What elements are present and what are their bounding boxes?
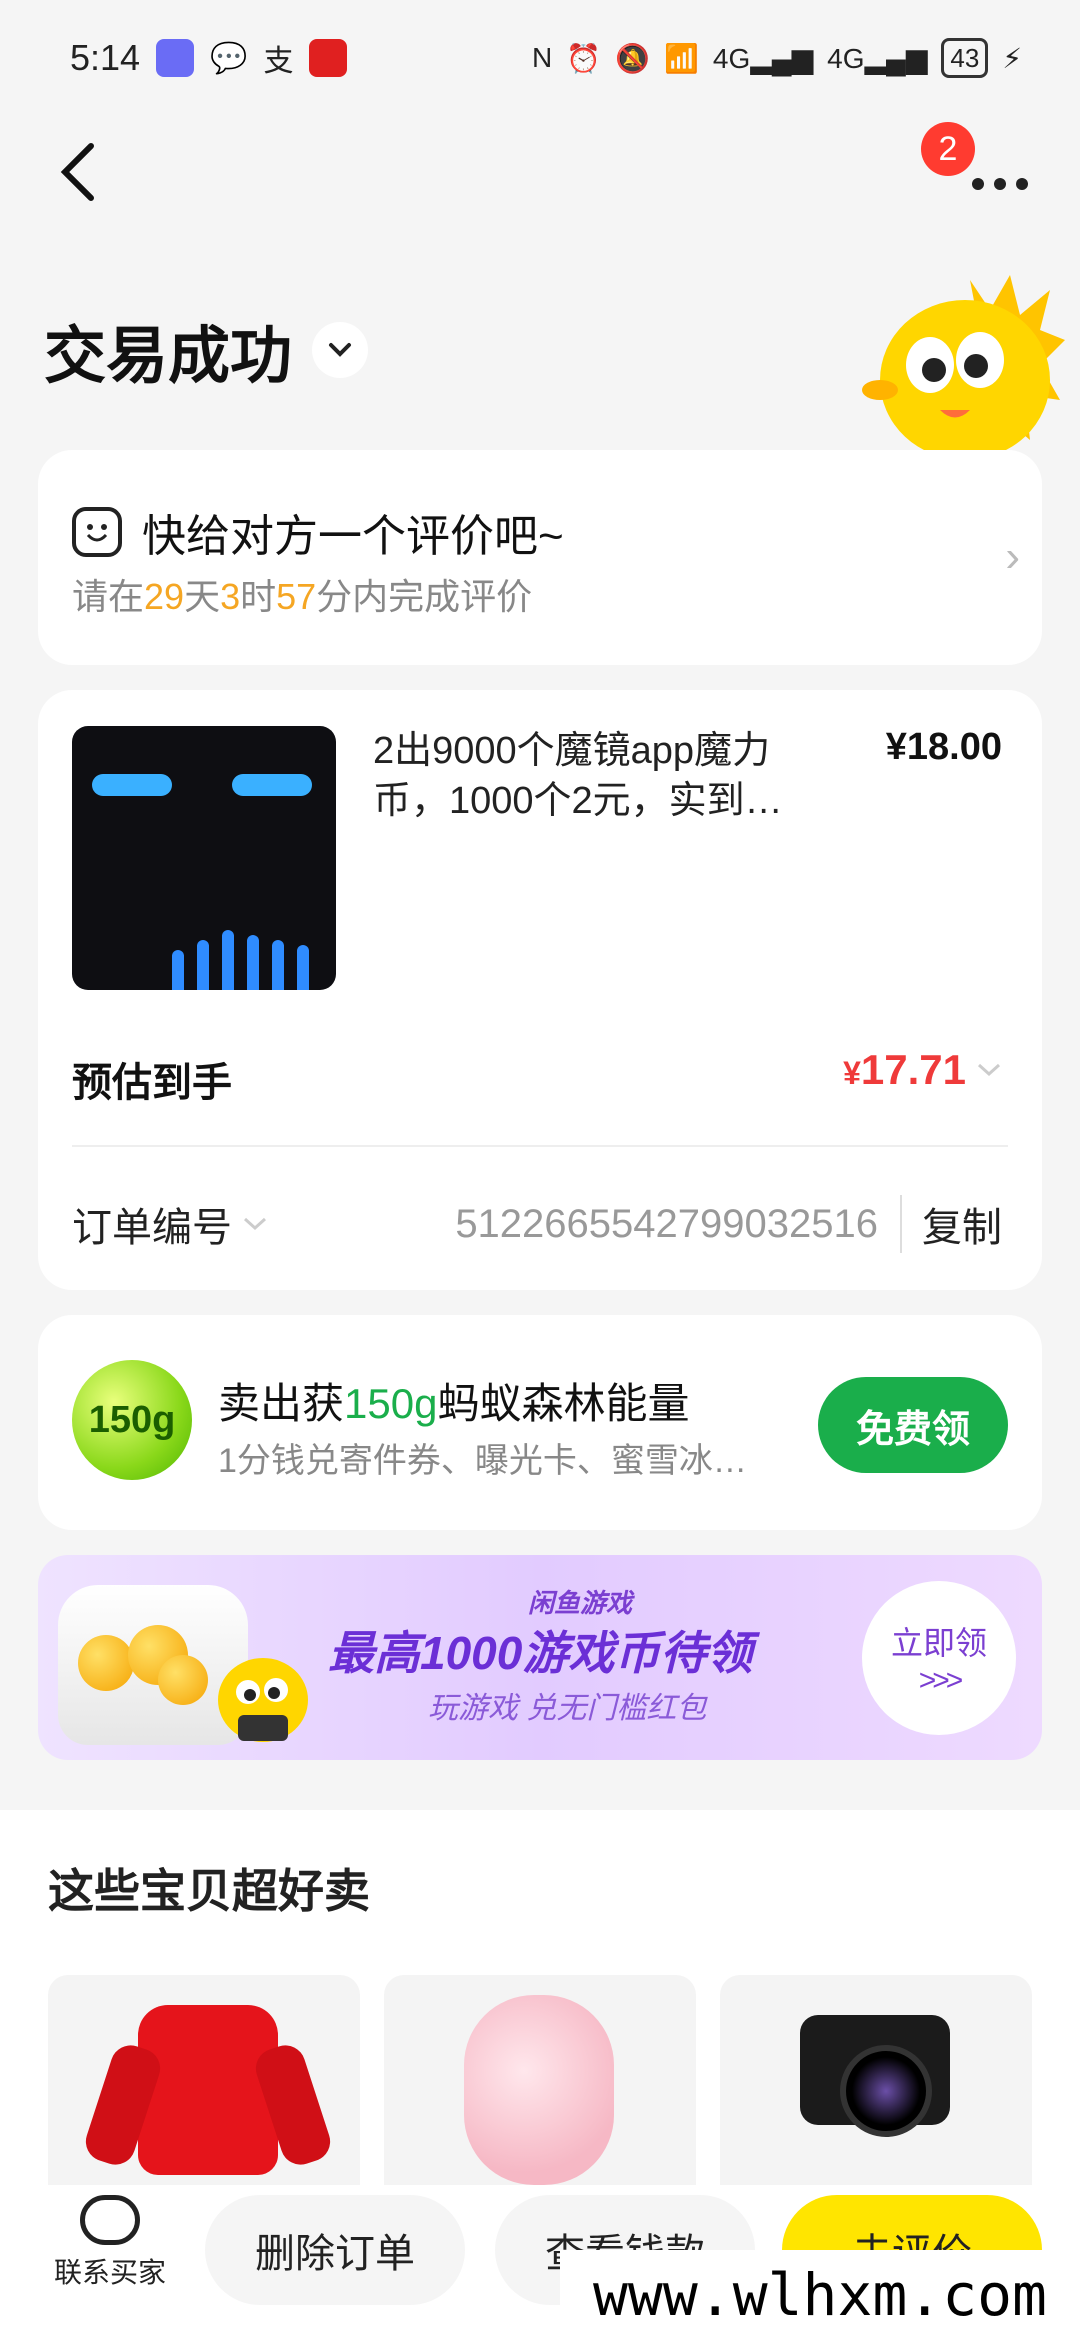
notification-badge: 2: [921, 122, 975, 176]
chevron-right-icon: ›: [1005, 532, 1020, 581]
arrows-icon: >>>: [918, 1664, 964, 1697]
banner-claim-button[interactable]: 立即领 >>>: [862, 1581, 1016, 1735]
bottle-image: [464, 1995, 614, 2185]
recommend-item-camera[interactable]: [720, 1975, 1032, 2205]
review-title: 快给对方一个评价吧~: [142, 512, 564, 561]
status-bar: 5:14 💬 支 N ⏰ 🔕 📶 4G▂▄▆ 4G▂▄▆ 43 ⚡: [0, 0, 1080, 120]
wifi-icon: 📶: [664, 42, 699, 74]
app-notification-icon: [156, 39, 195, 77]
alarm-icon: ⏰: [566, 42, 602, 74]
nfc-icon: N: [532, 42, 553, 73]
top-nav: 2: [0, 120, 1080, 230]
ant-forest-energy-card: 150g 卖出获150g蚂蚁森林能量 1分钱兑寄件券、曝光卡、蜜雪冰… 免费领: [38, 1315, 1042, 1530]
wechat-icon: 💬: [210, 41, 248, 75]
signal-icon: 4G▂▄▆: [712, 42, 814, 74]
review-prompt-card[interactable]: 快给对方一个评价吧~ 请在29天3时57分内完成评价 ›: [38, 450, 1042, 665]
chevron-down-icon: [977, 1063, 1001, 1077]
chevron-down-icon: [243, 1217, 267, 1231]
charging-icon: ⚡: [1002, 42, 1022, 74]
sweater-image: [138, 2005, 278, 2175]
camera-image: [800, 2015, 950, 2137]
review-deadline: 请在29天3时57分内完成评价: [72, 576, 533, 617]
back-arrow-icon: [60, 143, 94, 201]
copy-button[interactable]: 复制: [900, 1195, 1002, 1253]
order-number-toggle[interactable]: 订单编号: [72, 1195, 268, 1253]
product-thumbnail[interactable]: [72, 726, 336, 990]
game-coin-banner[interactable]: 闲鱼游戏 最高1000游戏币待领 玩游戏 兑无门槛红包 立即领 >>>: [38, 1555, 1042, 1760]
product-price: ¥18.00: [885, 726, 1002, 768]
recommend-item-sweater[interactable]: [48, 1975, 360, 2205]
banner-subtitle: 玩游戏 兑无门槛红包: [428, 1692, 707, 1725]
mascot-fish-illustration: [862, 275, 1065, 460]
banner-title: 最高1000游戏币待领: [328, 1627, 753, 1679]
energy-badge: 150g: [72, 1360, 192, 1480]
mute-icon: 🔕: [615, 42, 650, 74]
estimate-amount[interactable]: ¥17.71: [843, 1046, 1002, 1094]
contact-buyer-button[interactable]: 联系买家: [40, 2195, 180, 2291]
product-title[interactable]: 2出9000个魔镜app魔力币，1000个2元，实到…: [373, 726, 843, 826]
energy-title: 卖出获150g蚂蚁森林能量: [218, 1380, 690, 1427]
more-button[interactable]: 2: [921, 122, 1040, 200]
order-card: 2出9000个魔镜app魔力币，1000个2元，实到… ¥18.00 预估到手 …: [38, 690, 1042, 1290]
order-number: 5122665542799032516: [455, 1201, 878, 1246]
back-button[interactable]: [44, 132, 114, 212]
signal-icon-2: 4G▂▄▆: [827, 42, 928, 74]
recommendation-title: 这些宝贝超好卖: [48, 1865, 370, 1917]
chat-icon: [80, 2195, 140, 2245]
delete-order-button[interactable]: 删除订单: [205, 2195, 465, 2305]
smile-icon: [72, 507, 122, 557]
banner-brand: 闲鱼游戏: [528, 1588, 633, 1618]
energy-subtitle: 1分钱兑寄件券、曝光卡、蜜雪冰…: [218, 1442, 747, 1480]
estimate-label: 预估到手: [72, 1061, 232, 1105]
mascot-icon: [218, 1658, 308, 1742]
battery-indicator: 43: [941, 38, 989, 78]
chevron-down-icon: [329, 343, 352, 357]
claim-free-button[interactable]: 免费领: [818, 1377, 1008, 1473]
watermark: www.wlhxm.com: [560, 2250, 1080, 2340]
news-app-icon: [309, 39, 348, 77]
status-time: 5:14: [70, 37, 141, 78]
status-toggle-button[interactable]: [312, 322, 369, 378]
page-title: 交易成功: [44, 322, 293, 391]
alipay-icon: 支: [263, 45, 294, 78]
page-header: 交易成功: [44, 305, 369, 395]
divider: [72, 1145, 1008, 1147]
recommend-item-bottle[interactable]: [384, 1975, 696, 2205]
